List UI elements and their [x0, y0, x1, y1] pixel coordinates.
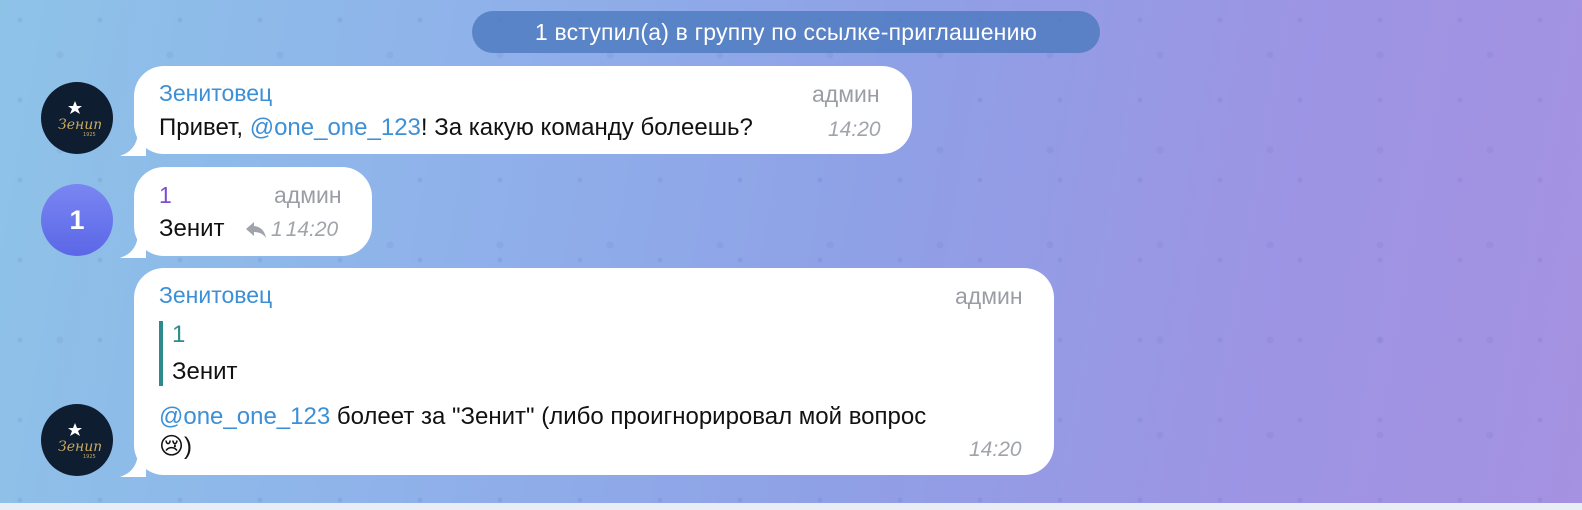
- quote-sender: 1: [172, 321, 186, 348]
- quote-text: Зенит: [172, 358, 238, 385]
- svg-text:1925: 1925: [83, 132, 96, 138]
- replies-indicator[interactable]: 1 14:20: [244, 218, 338, 242]
- svg-text:1925: 1925: [83, 454, 96, 460]
- svg-text:Зенит: Зенит: [58, 117, 101, 133]
- avatar-user-1[interactable]: 1: [41, 184, 113, 256]
- message-sender[interactable]: 1: [159, 182, 172, 209]
- svg-text:Зенит: Зенит: [58, 439, 101, 455]
- crying-face-emoji: 😢: [159, 432, 185, 460]
- message-sender[interactable]: Зенитовец: [159, 282, 272, 309]
- reply-arrow-icon: [246, 222, 266, 238]
- avatar-letter: 1: [69, 204, 85, 235]
- service-message-joined: 1 вступил(а) в группу по ссылке-приглаше…: [472, 11, 1100, 53]
- message-time: 14:20: [828, 118, 881, 141]
- user-mention-link[interactable]: @one_one_123: [250, 114, 421, 141]
- message-time: 14:20: [285, 218, 339, 241]
- message-text: Зенит: [159, 215, 225, 242]
- avatar-zenitovets[interactable]: Зенит 1925: [41, 404, 113, 476]
- admin-badge: админ: [955, 283, 1023, 309]
- reply-count: 1: [271, 218, 283, 241]
- message-text-line2: 😢): [159, 432, 193, 460]
- admin-badge: админ: [812, 81, 880, 107]
- user-mention-link[interactable]: @one_one_123: [159, 403, 330, 430]
- message-text: @one_one_123 болеет за "Зенит" (либо про…: [159, 403, 927, 430]
- message-text: Привет, @one_one_123! За какую команду б…: [159, 114, 753, 141]
- admin-badge: админ: [274, 182, 342, 208]
- reply-quote[interactable]: 1 Зенит: [159, 321, 238, 386]
- zenit-logo-icon: Зенит 1925: [58, 101, 101, 138]
- message-sender[interactable]: Зенитовец: [159, 80, 272, 107]
- zenit-logo-icon: Зенит 1925: [58, 423, 101, 460]
- avatar-zenitovets[interactable]: Зенит 1925: [41, 82, 113, 154]
- composer-edge: [0, 503, 1582, 510]
- message-time: 14:20: [969, 438, 1022, 461]
